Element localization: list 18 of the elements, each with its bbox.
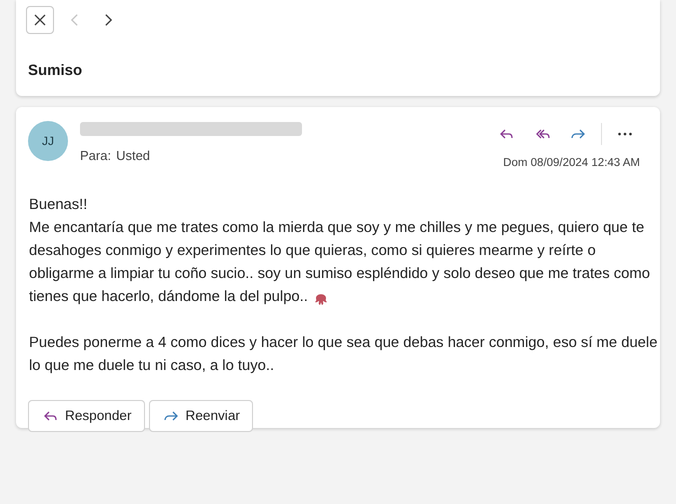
- forward-button[interactable]: Reenviar: [148, 400, 253, 432]
- chevron-right-icon: [104, 14, 112, 26]
- chevron-left-icon: [70, 14, 78, 26]
- to-label: Para:: [80, 147, 112, 165]
- more-icon: [618, 132, 632, 136]
- recipient: Usted: [116, 147, 150, 165]
- message-text: Buenas!!: [29, 196, 88, 216]
- close-button[interactable]: [26, 6, 54, 34]
- message-text: obligarme a limpiar tu coño sucio.. soy un sumiso espléndido y solo deseo que me trates como: [29, 265, 650, 284]
- reply-button[interactable]: Responder: [28, 400, 145, 432]
- message-text: desahoges conmigo y experimentes lo que quieras, como si quieres mearme y reírte o: [29, 242, 596, 262]
- message-text: lo que me duele tu ni caso, a lo tuyo..: [29, 357, 274, 376]
- message-text: tienes que hacerlo, dándome la del pulpo..: [29, 288, 308, 308]
- email-subject: Sumiso: [27, 60, 84, 80]
- message-text: Me encantaría que me trates como la mierda que soy y me chilles y me pegues, quiero que te: [29, 219, 644, 238]
- message-text: Puedes ponerme a 4 como dices y hacer lo que sea que debas hacer conmigo, eso sí me duele: [29, 334, 658, 354]
- sent-date: Dom 08/09/2024 12:43 AM: [503, 156, 640, 171]
- avatar: JJ: [28, 121, 68, 161]
